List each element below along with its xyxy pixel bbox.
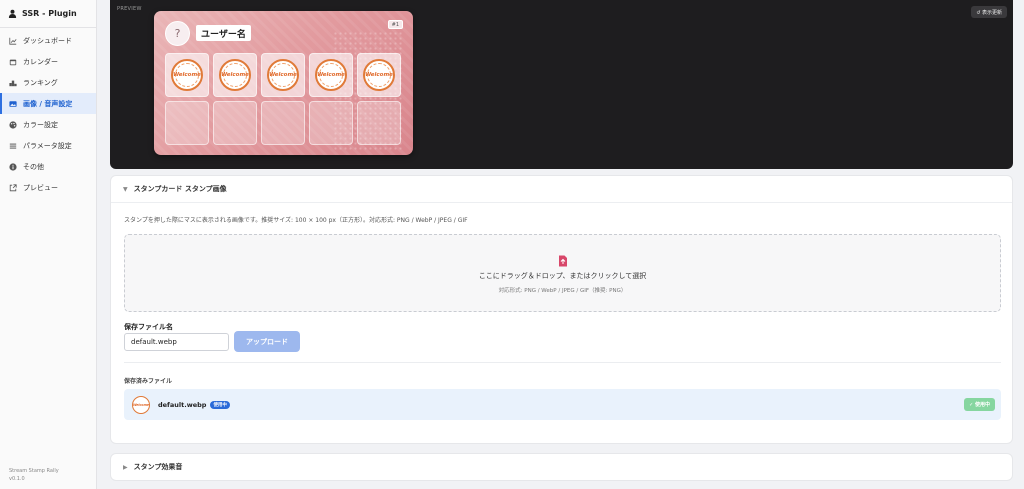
dropzone-text: ここにドラッグ＆ドロップ、またはクリックして選択	[478, 272, 647, 280]
sidebar-item-dashboard[interactable]: ダッシュボード	[0, 30, 96, 51]
saved-files-label: 保存済みファイル	[124, 378, 173, 385]
sidebar-item-label: プレビュー	[23, 183, 58, 192]
welcome-stamp-image: Welcome	[267, 59, 299, 91]
sidebar-item-label: ダッシュボード	[23, 36, 72, 45]
file-dropzone[interactable]: ここにドラッグ＆ドロップ、またはクリックして選択 対応形式: PNG / Web…	[124, 234, 1001, 312]
app-footer: Stream Stamp Rally v0.1.0	[9, 467, 59, 483]
preview-label: PREVIEW	[117, 6, 142, 12]
plugin-logo-icon	[8, 9, 17, 18]
stamp-text: Welcome	[173, 72, 201, 78]
in-use-badge: 使用中	[210, 400, 230, 409]
footer-version: v0.1.0	[9, 476, 25, 482]
saved-file-name: default.webp	[158, 400, 207, 409]
stamp-slot-empty	[165, 101, 209, 145]
stamp-slot-filled: Welcome	[357, 53, 401, 97]
stamp-sound-section: ▶ スタンプ効果音	[110, 453, 1013, 481]
stamp-image-section-header[interactable]: ▼ スタンプカード スタンプ画像	[111, 176, 1012, 203]
sidebar-nav: ダッシュボード カレンダー ランキング 画像 / 音声設定 カラー設定 パラメー…	[0, 30, 96, 198]
stamp-slot-empty	[213, 101, 257, 145]
sidebar-item-label: カラー設定	[23, 120, 58, 129]
file-thumbnail: Welcome	[132, 395, 150, 414]
welcome-stamp-image: Welcome	[315, 59, 347, 91]
welcome-stamp-image: Welcome	[132, 395, 150, 414]
sidebar-item-label: パラメータ設定	[23, 141, 72, 150]
stamp-text: Welcome	[269, 72, 297, 78]
sidebar-item-parameters[interactable]: パラメータ設定	[0, 135, 96, 156]
stamp-text: Welcome	[365, 72, 393, 78]
stamp-image-section: ▼ スタンプカード スタンプ画像 スタンプを押した際にマスに表示される画像です。…	[110, 175, 1013, 444]
caret-down-icon: ▼	[123, 185, 128, 193]
upload-file-icon	[558, 252, 568, 267]
sidebar-item-label: 画像 / 音声設定	[23, 99, 73, 108]
welcome-stamp-image: Welcome	[219, 59, 251, 91]
palette-icon	[9, 120, 17, 129]
stamp-slot-empty	[357, 101, 401, 145]
section-description: スタンプを押した際にマスに表示される画像です。推奨サイズ: 100 × 100 …	[124, 217, 468, 224]
ranking-icon	[9, 79, 17, 87]
saved-file-row[interactable]: Welcome default.webp 使用中 ✓ 使用中	[124, 389, 1001, 420]
stamp-sound-section-header[interactable]: ▶ スタンプ効果音	[111, 454, 1012, 480]
use-file-button[interactable]: ✓ 使用中	[964, 398, 995, 411]
sidebar-item-label: その他	[23, 162, 44, 171]
stamp-slot-filled: Welcome	[261, 53, 305, 97]
stamp-grid: Welcome Welcome Welcome Welcome Welcome	[165, 53, 402, 145]
sidebar-item-other[interactable]: その他	[0, 156, 96, 177]
stamp-text: Welcome	[221, 72, 249, 78]
welcome-stamp-image: Welcome	[171, 59, 203, 91]
stamp-text: Welcome	[317, 72, 345, 78]
info-icon	[9, 162, 17, 171]
stamp-slot-empty	[261, 101, 305, 145]
stamp-card: ? ユーザー名 #1 Welcome Welcome Welcome Welcome W…	[154, 11, 413, 155]
avatar: ?	[165, 21, 190, 46]
sidebar: SSR - Plugin ダッシュボード カレンダー ランキング 画像 / 音声…	[0, 0, 97, 489]
refresh-preview-button[interactable]: ↺ 表示更新	[971, 6, 1007, 18]
card-number-badge: #1	[387, 20, 403, 29]
section-title: スタンプ効果音	[133, 463, 183, 471]
filename-label: 保存ファイル名	[124, 323, 173, 331]
stamp-slot-filled: Welcome	[309, 53, 353, 97]
app-title: SSR - Plugin	[22, 9, 77, 18]
sidebar-item-preview[interactable]: プレビュー	[0, 177, 96, 198]
calendar-icon	[9, 58, 17, 66]
caret-right-icon: ▶	[123, 463, 128, 471]
footer-app-name: Stream Stamp Rally	[9, 468, 59, 474]
dropzone-formats: 対応形式: PNG / WebP / JPEG / GIF（推奨: PNG）	[498, 288, 627, 294]
upload-button[interactable]: アップロード	[234, 331, 300, 352]
card-username: ユーザー名	[196, 25, 251, 41]
stamp-slot-filled: Welcome	[165, 53, 209, 97]
stamp-slot-empty	[309, 101, 353, 145]
preview-panel: PREVIEW ↺ 表示更新 ? ユーザー名 #1 Welcome Welcome…	[110, 0, 1013, 169]
chart-line-icon	[9, 37, 17, 45]
stamp-slot-filled: Welcome	[213, 53, 257, 97]
section-title: スタンプカード スタンプ画像	[133, 185, 227, 193]
sidebar-item-calendar[interactable]: カレンダー	[0, 51, 96, 72]
sliders-icon	[9, 142, 17, 150]
sidebar-item-ranking[interactable]: ランキング	[0, 72, 96, 93]
sidebar-item-color[interactable]: カラー設定	[0, 114, 96, 135]
sidebar-item-label: カレンダー	[23, 57, 58, 66]
image-icon	[9, 100, 17, 108]
filename-input[interactable]	[124, 333, 229, 351]
external-link-icon	[9, 183, 17, 192]
divider	[124, 362, 1001, 363]
brand: SSR - Plugin	[0, 0, 96, 28]
sidebar-item-label: ランキング	[23, 78, 58, 87]
welcome-stamp-image: Welcome	[363, 59, 395, 91]
sidebar-item-image-audio[interactable]: 画像 / 音声設定	[0, 93, 96, 114]
